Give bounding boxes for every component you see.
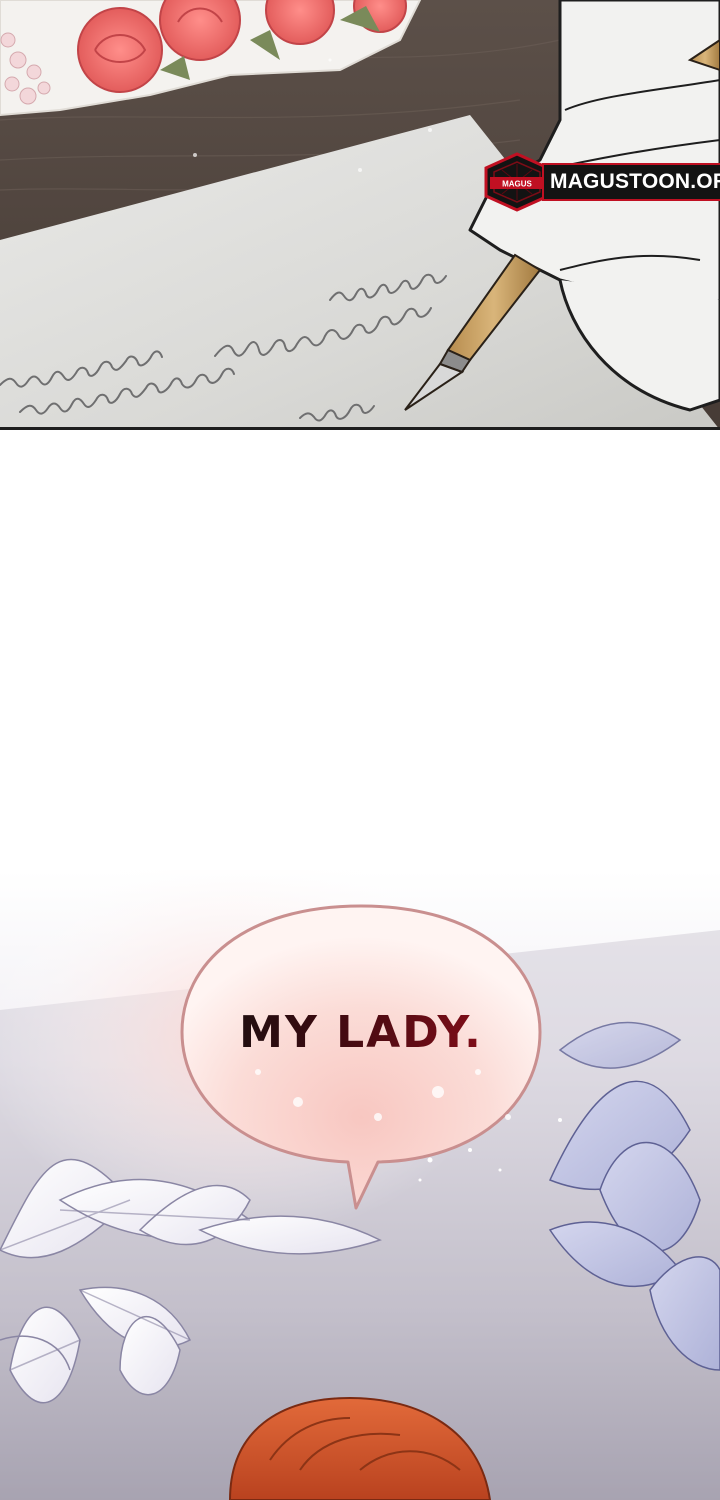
speech-bubble-text: MY LADY.	[178, 1007, 544, 1058]
panel-letter-writing: MAGUS MAGUSTOON.ORG	[0, 0, 720, 430]
svg-text:MAGUS: MAGUS	[502, 180, 532, 189]
letter-writing-illustration	[0, 0, 720, 427]
watermark-site-label: MAGUSTOON.ORG	[544, 165, 720, 199]
magus-hexagon-logo-icon: MAGUS	[484, 152, 550, 212]
magustoon-watermark[interactable]: MAGUS MAGUSTOON.ORG	[482, 152, 720, 212]
